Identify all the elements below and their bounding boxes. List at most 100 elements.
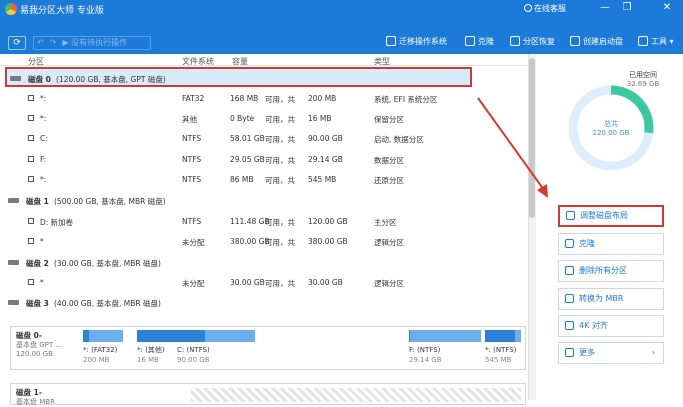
partition-free: 58.01 GB bbox=[230, 134, 265, 143]
op-button-layout[interactable]: 调整磁盘布局 bbox=[558, 205, 664, 227]
disk-row[interactable]: 磁盘 0 (120.00 GB, 基本盘, GPT 磁盘) bbox=[5, 67, 472, 87]
disk-map-disk1[interactable]: 磁盘 1- 基本盘 MBR bbox=[10, 383, 526, 406]
tools-button[interactable]: 工具 ▾ bbox=[638, 34, 674, 50]
clone-button[interactable]: 克隆 bbox=[465, 34, 494, 50]
segment-label: *: (其他) 16 MB bbox=[137, 345, 165, 365]
disk-row[interactable]: 磁盘 2 (30.00 GB, 基本盘, MBR 磁盘) bbox=[0, 253, 528, 273]
partition-row[interactable]: *: FAT32 168 MB 可用，共 200 MB 系统, EFI 系统分区 bbox=[0, 89, 528, 109]
redo-button[interactable]: ↷ bbox=[47, 37, 60, 49]
partition-icon bbox=[28, 176, 34, 182]
segment-label: C: (NTFS) 90.00 GB bbox=[177, 345, 210, 365]
column-filesystem[interactable]: 文件系统 bbox=[182, 56, 214, 67]
app-logo-icon bbox=[5, 3, 17, 15]
segment-size: 200 MB bbox=[83, 356, 110, 364]
disk-drive-icon bbox=[8, 300, 19, 305]
restore-button[interactable]: ❐ bbox=[620, 2, 634, 14]
headset-icon bbox=[524, 4, 532, 12]
segment-name: C: (NTFS) bbox=[177, 346, 210, 354]
partition-segment[interactable]: F: (NTFS) 29.14 GB bbox=[409, 330, 481, 366]
partition-type: 还原分区 bbox=[374, 176, 404, 185]
partition-row[interactable]: D: 新加卷 NTFS 111.48 GB 可用，共 120.00 GB 主分区 bbox=[0, 212, 528, 232]
partition-size: 380.00 GB bbox=[308, 237, 348, 246]
segment-bar bbox=[83, 330, 123, 342]
segment-name: *: (FAT32) bbox=[83, 346, 118, 354]
partition-name: * bbox=[40, 278, 44, 287]
disk-drive-icon bbox=[8, 260, 19, 265]
partition-free-of: 可用，共 bbox=[265, 95, 295, 104]
partition-segment[interactable]: *: (FAT32) 200 MB bbox=[83, 330, 123, 366]
partition-name: F: bbox=[40, 155, 47, 164]
partition-free: 168 MB bbox=[230, 94, 259, 103]
segment-label: *: (NTFS) 545 MB bbox=[485, 345, 516, 365]
partition-filesystem: NTFS bbox=[182, 175, 202, 184]
partition-name: C: bbox=[40, 134, 48, 143]
partition-filesystem: 未分配 bbox=[182, 279, 205, 288]
partition-free-of: 可用，共 bbox=[265, 135, 295, 144]
column-type[interactable]: 类型 bbox=[374, 56, 390, 67]
partition-segment[interactable]: *: (其他) 16 MB bbox=[137, 330, 177, 366]
partition-filesystem: NTFS bbox=[182, 134, 202, 143]
wrench-icon bbox=[638, 36, 648, 46]
align-icon bbox=[565, 321, 574, 330]
partition-type: 保留分区 bbox=[374, 115, 404, 124]
pending-operations-group: ↶ ↷ ▶ 没有待执行操作 bbox=[33, 36, 151, 50]
partition-free: 111.48 GB bbox=[230, 217, 270, 226]
segment-name: F: (NTFS) bbox=[409, 346, 441, 354]
op-button-clone[interactable]: 克隆 bbox=[558, 233, 664, 255]
op-button-convert[interactable]: 转换为 MBR bbox=[558, 288, 664, 310]
migrate-os-button[interactable]: 迁移操作系统 bbox=[386, 34, 447, 50]
minimize-button[interactable]: — bbox=[598, 2, 612, 14]
disk-info: (500.00 GB, 基本盘, MBR 磁盘) bbox=[54, 197, 166, 206]
op-button-more[interactable]: 更多 › bbox=[558, 342, 664, 364]
op-label: 4K 对齐 bbox=[579, 321, 608, 330]
partition-row[interactable]: *: 其他 0 Byte 可用，共 16 MB 保留分区 bbox=[0, 109, 528, 129]
partition-icon bbox=[28, 156, 34, 162]
op-label: 调整磁盘布局 bbox=[580, 211, 628, 220]
partition-row[interactable]: * 未分配 380.00 GB 可用，共 380.00 GB 逻辑分区 bbox=[0, 232, 528, 252]
partition-filesystem: FAT32 bbox=[182, 94, 205, 103]
online-support-button[interactable]: 在线客服 bbox=[524, 3, 566, 14]
column-capacity[interactable]: 容量 bbox=[232, 56, 248, 67]
partition-row[interactable]: * 未分配 30.00 GB 可用，共 30.00 GB 逻辑分区 bbox=[0, 273, 528, 293]
partition-row[interactable]: *: NTFS 86 MB 可用，共 545 MB 还原分区 bbox=[0, 170, 528, 190]
create-bootdisk-button[interactable]: 创建启动盘 bbox=[570, 34, 623, 50]
partition-row[interactable]: C: NTFS 58.01 GB 可用，共 90.00 GB 启动, 数据分区 bbox=[0, 129, 528, 149]
segment-bar bbox=[485, 330, 521, 342]
segment-size: 16 MB bbox=[137, 356, 159, 364]
partition-size: 90.00 GB bbox=[308, 134, 343, 143]
partition-filesystem: NTFS bbox=[182, 217, 202, 226]
op-label: 转换为 MBR bbox=[579, 294, 624, 303]
disk-name: 磁盘 2 bbox=[26, 259, 49, 268]
op-button-delete[interactable]: 删除所有分区 bbox=[558, 260, 664, 282]
op-button-align[interactable]: 4K 对齐 bbox=[558, 315, 664, 337]
execute-pending-button[interactable]: ▶ 没有待执行操作 bbox=[59, 37, 130, 49]
partition-filesystem: NTFS bbox=[182, 155, 202, 164]
app-title: 易我分区大师 专业版 bbox=[20, 6, 104, 16]
segment-used-fill bbox=[177, 330, 206, 342]
disk-name: 磁盘 1 bbox=[26, 197, 49, 206]
refresh-icon: ⟳ bbox=[13, 38, 21, 48]
disk-row[interactable]: 磁盘 3 (40.00 GB, 基本盘, MBR 磁盘) bbox=[0, 293, 528, 313]
segment-size: 29.14 GB bbox=[409, 356, 442, 364]
op-label: 克隆 bbox=[579, 239, 595, 248]
refresh-button[interactable]: ⟳ bbox=[8, 36, 26, 50]
partition-segment[interactable]: *: (NTFS) 545 MB bbox=[485, 330, 521, 366]
partition-free-of: 可用，共 bbox=[265, 156, 295, 165]
disk-map-label: 磁盘 1- 基本盘 MBR bbox=[16, 388, 55, 406]
partition-icon bbox=[28, 218, 34, 224]
partition-recovery-button[interactable]: 分区恢复 bbox=[510, 34, 555, 50]
disk-map-disk0[interactable]: 磁盘 0- 基本盘 GPT ... 120.00 GB *: (FAT32) 20… bbox=[10, 326, 526, 370]
disk-info: (40.00 GB, 基本盘, MBR 磁盘) bbox=[54, 299, 161, 308]
segment-used-fill bbox=[83, 330, 90, 342]
segment-bar bbox=[137, 330, 177, 342]
list-scrollbar-thumb[interactable] bbox=[529, 58, 535, 218]
partition-size: 16 MB bbox=[308, 114, 332, 123]
partition-segment[interactable]: C: (NTFS) 90.00 GB bbox=[177, 330, 255, 366]
segment-label: *: (FAT32) 200 MB bbox=[83, 345, 117, 365]
partition-row[interactable]: F: NTFS 29.05 GB 可用，共 29.14 GB 数据分区 bbox=[0, 150, 528, 170]
column-partition[interactable]: 分区 bbox=[28, 56, 44, 67]
undo-button[interactable]: ↶ bbox=[34, 37, 47, 49]
disk-row[interactable]: 磁盘 1 (500.00 GB, 基本盘, MBR 磁盘) bbox=[0, 191, 528, 211]
close-button[interactable]: ✕ bbox=[660, 2, 674, 14]
op-label: 删除所有分区 bbox=[579, 266, 627, 275]
